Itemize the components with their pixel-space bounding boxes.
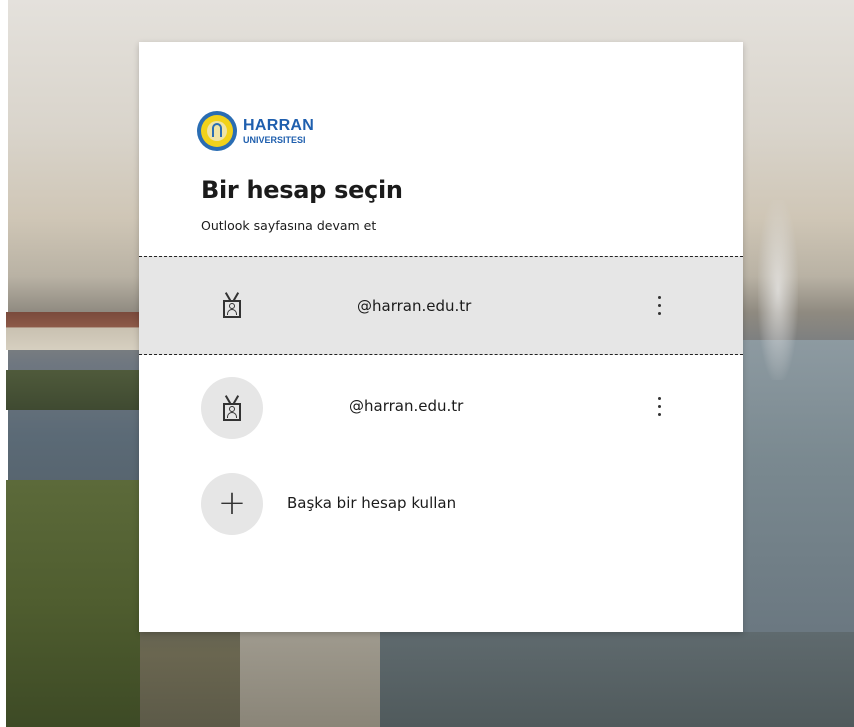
account-email: @harran.edu.tr [349, 397, 464, 415]
plus-icon: + [217, 482, 247, 523]
background-building [6, 312, 140, 350]
logo-wordmark: HARRAN UNIVERSITESI [243, 116, 315, 145]
harran-university-logo: HARRAN UNIVERSITESI [197, 110, 367, 152]
page-subtitle: Outlook sayfasına devam et [201, 218, 377, 233]
university-seal-icon [197, 111, 237, 151]
use-another-account-label: Başka bir hesap kullan [287, 494, 457, 512]
badge-icon [222, 292, 242, 318]
page-title: Bir hesap seçin [201, 176, 403, 204]
account-avatar [201, 377, 263, 439]
logo-name-line2: UNIVERSITESI [243, 134, 306, 145]
account-tile-2[interactable]: @harran.edu.tr [139, 360, 743, 456]
logo-name-line1: HARRAN [243, 116, 315, 134]
account-picker-dialog: HARRAN UNIVERSITESI Bir hesap seçin Outl… [139, 42, 743, 632]
account-email: @harran.edu.tr [357, 297, 472, 315]
more-options-icon[interactable] [649, 287, 669, 323]
background-path [240, 632, 400, 727]
background-grass [6, 480, 140, 727]
use-another-account-button[interactable]: + Başka bir hesap kullan [139, 468, 743, 538]
badge-icon [222, 395, 242, 421]
background-trees [6, 370, 140, 410]
add-account-avatar: + [201, 473, 263, 535]
background-shore [380, 632, 854, 727]
background-fountain [758, 200, 798, 380]
account-tile-1[interactable]: @harran.edu.tr [139, 256, 743, 355]
background-lake [742, 340, 854, 640]
account-avatar [201, 274, 263, 336]
more-options-icon[interactable] [649, 388, 669, 424]
